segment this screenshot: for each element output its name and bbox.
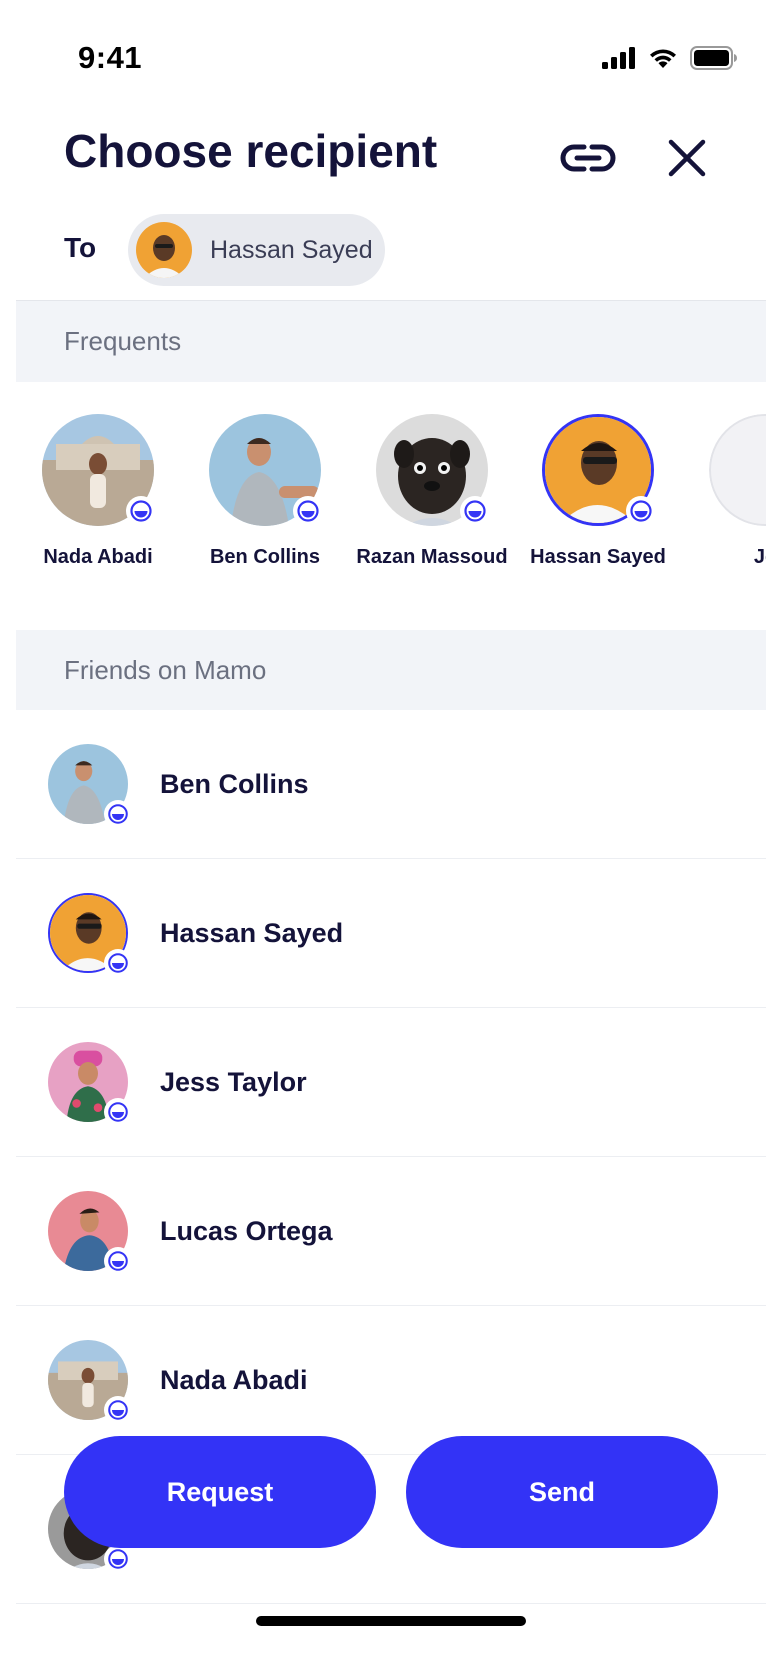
recipient-chip-name: Hassan Sayed — [210, 235, 373, 264]
mamo-badge-icon — [104, 949, 132, 977]
to-label: To — [64, 232, 97, 263]
mamo-badge-icon — [293, 496, 323, 526]
friend-row[interactable]: Nada Abadi — [16, 1306, 766, 1455]
frequents-carousel[interactable]: Nada Abadi Ben Collins Razan Massoud Has… — [16, 382, 766, 630]
status-icons — [602, 46, 738, 70]
friend-name: Hassan Sayed — [160, 917, 344, 948]
frequent-contact[interactable]: Nada Abadi — [16, 414, 186, 569]
friends-section-title: Friends on Mamo — [64, 654, 267, 685]
avatar — [709, 414, 766, 526]
cellular-signal-icon — [602, 47, 636, 69]
friend-row[interactable]: Lucas Ortega — [16, 1157, 766, 1306]
action-bar: Request Send — [64, 1436, 718, 1548]
frequent-contact-name: Razan Massoud — [356, 546, 508, 568]
battery-icon — [690, 46, 738, 70]
mamo-badge-icon — [126, 496, 156, 526]
mamo-badge-icon — [460, 496, 490, 526]
send-button[interactable]: Send — [406, 1436, 718, 1548]
friend-name: Ben Collins — [160, 768, 309, 799]
frequent-contact-name: Je — [753, 546, 766, 568]
frequent-contact-name: Hassan Sayed — [530, 546, 666, 568]
friend-name: Jess Taylor — [160, 1066, 307, 1097]
frequent-contact-name: Nada Abadi — [43, 546, 153, 568]
page-title: Choose recipient — [64, 125, 438, 177]
friend-row[interactable]: Ben Collins — [16, 710, 766, 859]
frequent-contact-name: Ben Collins — [209, 546, 320, 568]
link-icon — [560, 141, 616, 175]
friend-name: Nada Abadi — [160, 1364, 308, 1395]
close-icon — [668, 139, 706, 177]
mamo-badge-icon — [104, 1545, 132, 1573]
friend-row-selected[interactable]: Hassan Sayed — [16, 859, 766, 1008]
mamo-badge-icon — [104, 1396, 132, 1424]
status-bar: 9:41 — [0, 0, 782, 110]
mamo-badge-icon — [104, 1247, 132, 1275]
mamo-badge-icon — [626, 496, 656, 526]
frequent-contact[interactable]: Razan Massoud — [344, 414, 520, 569]
request-button[interactable]: Request — [64, 1436, 376, 1548]
frequent-contact-selected[interactable]: Hassan Sayed — [510, 414, 686, 569]
status-time: 9:41 — [78, 40, 143, 75]
wifi-icon — [648, 47, 678, 69]
copy-link-button[interactable] — [556, 126, 620, 190]
frequents-section-header: Frequents — [16, 300, 766, 382]
recipient-chip[interactable]: Hassan Sayed — [128, 214, 385, 286]
frequents-section-title: Frequents — [64, 326, 182, 356]
mamo-badge-icon — [104, 800, 132, 828]
frequent-contact[interactable]: Je — [677, 414, 766, 569]
friends-section-header: Friends on Mamo — [16, 630, 766, 710]
friend-name: Lucas Ortega — [160, 1215, 333, 1246]
mamo-badge-icon — [104, 1098, 132, 1126]
avatar — [136, 222, 192, 278]
home-indicator[interactable] — [256, 1616, 526, 1626]
header: Choose recipient To Hassan Sayed — [0, 110, 782, 310]
close-button[interactable] — [655, 126, 719, 190]
friend-row[interactable]: Jess Taylor — [16, 1008, 766, 1157]
frequent-contact[interactable]: Ben Collins — [177, 414, 353, 569]
